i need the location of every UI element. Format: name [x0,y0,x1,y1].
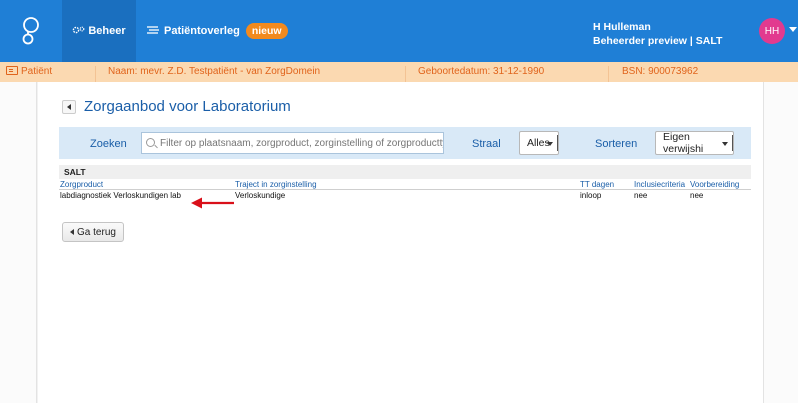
straal-label: Straal [472,138,501,150]
col-tt-dagen[interactable]: TT dagen [580,180,614,189]
nav-patientoverleg[interactable]: Patiëntoverleg nieuw [146,0,288,62]
select-divider [732,135,733,151]
user-role: Beheerder preview | SALT [593,35,723,47]
chevron-left-icon [70,229,75,235]
col-inclusiecriteria[interactable]: Inclusiecriteria [634,180,685,189]
patient-bsn: BSN: 900073962 [622,66,699,77]
patient-tab-label: Patiënt [21,66,53,77]
go-back-label: Ga terug [77,226,116,238]
cell-voorbereiding: nee [690,191,704,200]
sort-label: Sorteren [595,138,638,150]
title-back-button[interactable] [62,99,76,114]
results-table: SALT Zorgproduct Traject in zorginstelli… [59,165,751,201]
caret-down-icon [722,142,728,146]
cell-traject: Verloskundige [235,191,286,200]
patient-bar: Patiënt Naam: mevr. Z.D. Testpatiënt - v… [0,62,798,86]
avatar[interactable]: HH [759,18,785,44]
nav-beheer[interactable]: Beheer [62,0,136,62]
id-card-icon [6,66,18,75]
cell-inclusie: nee [634,191,648,200]
col-voorbereiding[interactable]: Voorbereiding [690,180,739,189]
straal-select[interactable]: Alles [519,131,559,155]
table-row[interactable]: labdiagnostiek Verloskundigen lab Verlos… [59,190,751,201]
search-icon [146,138,155,147]
search-input[interactable] [141,132,444,154]
top-bar: Beheer Patiëntoverleg nieuw H Hulleman B… [0,0,798,62]
sort-select[interactable]: Eigen verwijshi [655,131,734,155]
title-row: Zorgaanbod voor Laboratorium [62,98,291,115]
caret-down-icon [547,142,553,146]
patient-dob: Geboortedatum: 31-12-1990 [418,66,545,77]
new-badge: nieuw [245,23,288,39]
nav-patientoverleg-label: Patiëntoverleg [164,25,240,37]
cell-tt: inloop [580,191,602,200]
search-label: Zoeken [90,138,127,150]
user-info[interactable]: H Hulleman Beheerder preview | SALT [593,20,722,48]
group-header: SALT [59,165,751,179]
patient-tab[interactable]: Patiënt [6,66,52,77]
patient-name: Naam: mevr. Z.D. Testpatiënt - van ZorgD… [108,66,321,77]
left-margin [0,82,37,403]
user-name: H Hulleman [593,21,651,33]
gears-icon [72,25,85,38]
annotation-arrow-icon [191,197,234,209]
chevron-down-icon[interactable] [789,27,797,32]
chat-icon [146,25,160,38]
right-margin [763,82,798,403]
zorgdomein-logo-icon[interactable] [0,0,62,62]
cell-product[interactable]: labdiagnostiek Verloskundigen lab [60,191,181,200]
col-zorgproduct[interactable]: Zorgproduct [60,180,103,189]
nav-beheer-label: Beheer [88,25,126,37]
table-header-row: Zorgproduct Traject in zorginstelling TT… [59,179,751,190]
select-divider [557,135,558,151]
chevron-left-icon [67,103,71,110]
page-title: Zorgaanbod voor Laboratorium [84,98,291,115]
col-traject[interactable]: Traject in zorginstelling [235,180,317,189]
go-back-button[interactable]: Ga terug [62,222,124,242]
